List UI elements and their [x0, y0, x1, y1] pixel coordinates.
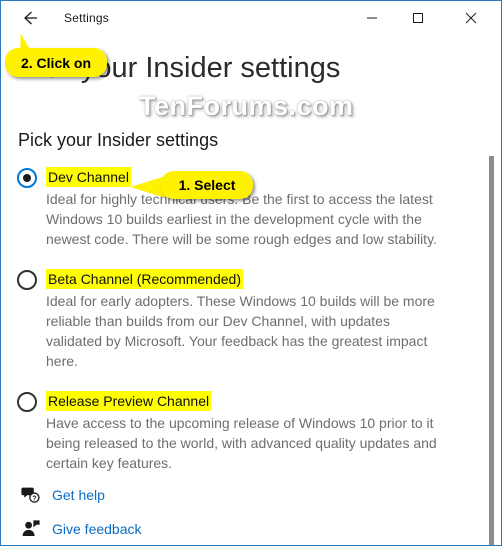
section-title: Pick your Insider settings — [18, 130, 219, 150]
maximize-icon — [412, 12, 424, 24]
title-bar: Settings — [2, 2, 501, 34]
svg-text:?: ? — [32, 495, 36, 502]
callout-step2: 2. Click on — [5, 48, 107, 77]
minimize-icon — [366, 12, 378, 24]
callout-step1: 1. Select — [161, 171, 253, 199]
scrollbar-thumb[interactable] — [489, 156, 494, 545]
radio-mark-beta-channel[interactable] — [17, 270, 37, 290]
radio-label-release-preview-channel: Release Preview Channel — [46, 391, 212, 411]
help-bubble-icon: ? — [20, 484, 42, 506]
give-feedback-link[interactable]: Give feedback — [2, 514, 482, 545]
settings-window: Settings Pick your Insider settings TenF… — [0, 0, 502, 546]
give-feedback-label: Give feedback — [52, 521, 142, 537]
insider-channel-radio-group: Dev Channel Ideal for highly technical u… — [2, 167, 482, 493]
maximize-button[interactable] — [395, 2, 441, 33]
minimize-button[interactable] — [349, 2, 395, 33]
radio-mark-dev-channel[interactable] — [17, 168, 37, 188]
footer-links: ? Get help Give feedback — [2, 480, 482, 545]
app-title: Settings — [64, 11, 109, 25]
radio-label-beta-channel: Beta Channel (Recommended) — [46, 269, 243, 289]
close-button[interactable] — [448, 2, 494, 33]
get-help-label: Get help — [52, 487, 105, 503]
get-help-link[interactable]: ? Get help — [2, 480, 482, 514]
close-icon — [465, 12, 477, 24]
radio-option-release-preview-channel[interactable]: Release Preview Channel Have access to t… — [2, 391, 482, 473]
scrollbar-track[interactable] — [487, 34, 499, 545]
watermark: TenForums.com — [139, 91, 354, 121]
radio-mark-release-preview-channel[interactable] — [17, 392, 37, 412]
feedback-person-icon — [20, 518, 42, 540]
radio-option-beta-channel[interactable]: Beta Channel (Recommended) Ideal for ear… — [2, 269, 482, 371]
radio-label-dev-channel: Dev Channel — [46, 167, 131, 187]
